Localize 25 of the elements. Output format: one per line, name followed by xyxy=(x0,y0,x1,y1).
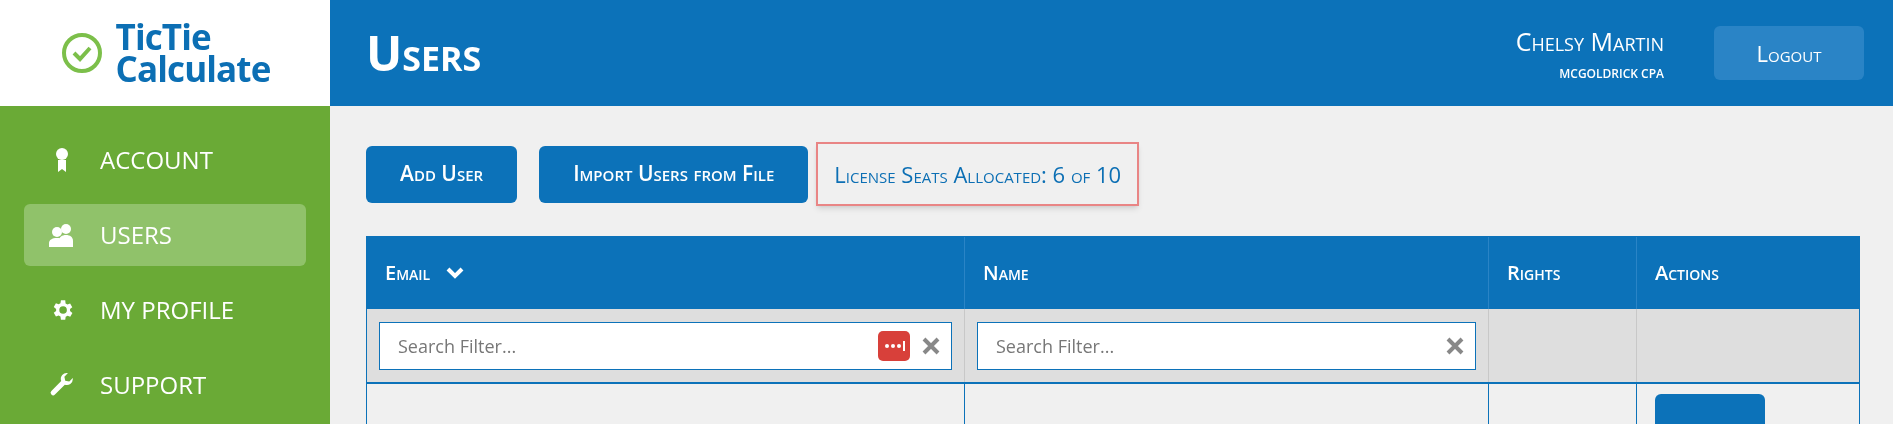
company-name: MCGOLDRICK CPA xyxy=(1559,64,1664,83)
license-seats-text: License Seats Allocated: 6 of 10 xyxy=(816,142,1140,206)
clock-check-icon xyxy=(59,31,104,75)
close-icon[interactable] xyxy=(922,336,940,355)
close-icon[interactable] xyxy=(1446,336,1464,355)
add-user-button[interactable]: Add User xyxy=(366,145,518,203)
search-filter-field[interactable]: Search Filter... xyxy=(977,321,1476,370)
wrench-icon xyxy=(49,372,75,398)
sidebar-label: USERS xyxy=(100,217,172,253)
users-icon xyxy=(48,222,76,248)
column-header[interactable]: Email xyxy=(367,237,964,309)
logo-text: Calculate xyxy=(115,53,271,85)
import-button[interactable]: Import Users from File xyxy=(539,145,809,203)
logout-button[interactable]: Logout xyxy=(1714,26,1864,80)
sidebar-label: SUPPORT xyxy=(100,367,207,403)
sidebar-label: ACCOUNT xyxy=(100,142,213,178)
logo-text: TicTie xyxy=(115,21,211,53)
user-name: Chelsy Martin xyxy=(1515,23,1664,61)
search-filter-field[interactable]: Search Filter... xyxy=(379,321,952,370)
page-title: Users xyxy=(366,19,483,87)
sidebar-item[interactable]: SUPPORT xyxy=(24,354,306,416)
sidebar-item[interactable]: MY PROFILE xyxy=(24,279,306,341)
sidebar-item[interactable]: ACCOUNT xyxy=(24,129,306,191)
sidebar-label: MY PROFILE xyxy=(100,292,235,328)
dots-icon[interactable] xyxy=(878,330,910,361)
